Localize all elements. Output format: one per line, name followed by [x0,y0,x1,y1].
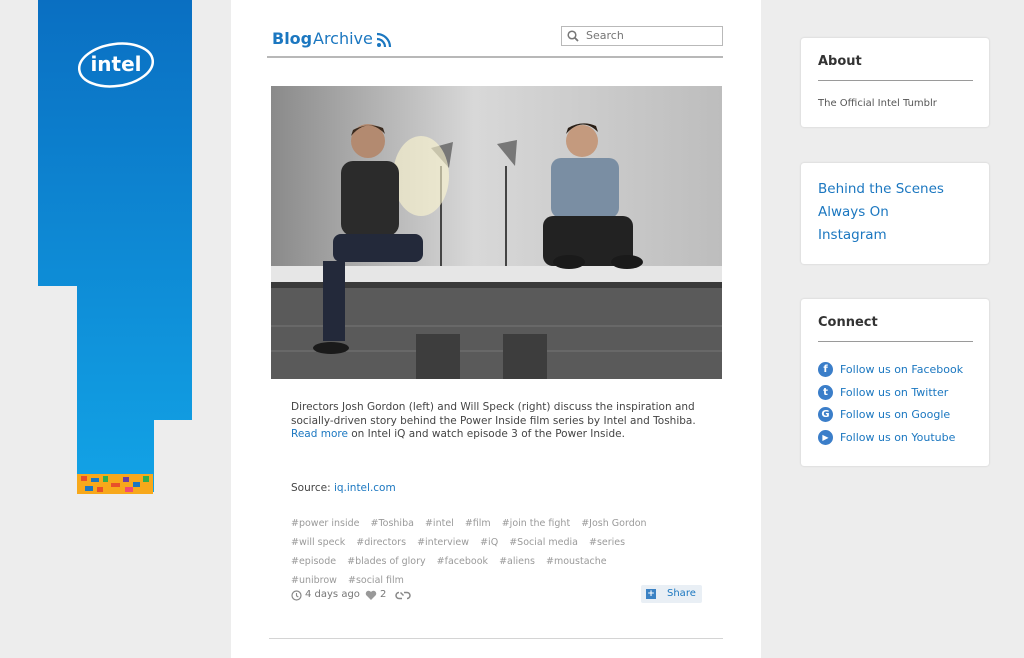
behind-the-scenes-link[interactable]: Behind the Scenes [818,181,944,197]
tag-link[interactable]: #Social media [509,537,578,548]
tag-link[interactable]: #interview [417,537,469,548]
share-label: Share [667,588,696,599]
facebook-follow-label: Follow us on Facebook [840,363,964,376]
twitter-follow-label: Follow us on Twitter [840,386,949,399]
tag-link[interactable]: #power inside [291,518,359,529]
reblog-icon[interactable] [395,590,411,601]
tag-link[interactable]: #film [465,518,491,529]
tag-link[interactable]: #Toshiba [371,518,414,529]
tag-link[interactable]: #blades of glory [347,556,425,567]
tag-link[interactable]: #facebook [437,556,488,567]
search-input[interactable] [586,28,714,42]
youtube-icon: ▶ [818,430,833,445]
always-on-link[interactable]: Always On [818,204,889,220]
connect-card: Connect f Follow us on Facebook t Follow… [801,299,989,466]
about-divider [818,80,973,81]
nav-archive-link[interactable]: Archive [313,29,373,48]
main-column: Blog Archive Search Directors Josh Gordo… [231,0,761,658]
tag-link[interactable]: #Josh Gordon [581,518,646,529]
source-label: Source: [291,482,334,494]
post-time-link[interactable]: 4 days ago [305,589,360,600]
twitter-icon: t [818,385,833,400]
caption-text-end: on Intel iQ and watch episode 3 of the P… [347,428,625,440]
nav-blog-link[interactable]: Blog [272,29,312,48]
post-caption: Directors Josh Gordon (left) and Will Sp… [291,401,701,442]
search-box[interactable] [561,26,723,46]
tag-list: #power inside #Toshiba #intel #film #joi… [291,514,711,590]
tag-link[interactable]: #directors [356,537,406,548]
read-more-link[interactable]: Read more [291,428,348,440]
post-photo[interactable] [271,86,722,379]
caption-text: Directors Josh Gordon (left) and Will Sp… [291,401,696,427]
post-divider [269,638,723,639]
top-bar: Blog Archive [267,22,723,58]
connect-title: Connect [818,315,878,330]
tag-link[interactable]: #will speck [291,537,345,548]
pixel-pattern [77,474,153,494]
about-title: About [818,54,862,69]
search-icon [567,30,579,42]
tag-link[interactable]: #unibrow [291,575,337,586]
plus-icon: + [646,589,656,599]
instagram-link[interactable]: Instagram [818,227,887,243]
share-button[interactable]: + Share [641,585,702,603]
like-count: 2 [380,589,387,600]
heart-icon[interactable] [365,590,377,601]
tag-link[interactable]: #moustache [546,556,607,567]
youtube-follow-label: Follow us on Youtube [840,431,956,444]
about-text: The Official Intel Tumblr [818,98,937,109]
connect-divider [818,341,973,342]
tag-link[interactable]: #series [589,537,625,548]
post-source: Source: iq.intel.com [291,482,396,494]
google-follow-label: Follow us on Google [840,408,951,421]
clock-icon [291,590,302,601]
links-card: Behind the Scenes Always On Instagram [801,163,989,264]
tag-link[interactable]: #aliens [499,556,535,567]
source-link[interactable]: iq.intel.com [334,482,396,494]
intel-logo[interactable]: intel [76,40,156,90]
about-card: About The Official Intel Tumblr [801,38,989,127]
svg-text:intel: intel [90,52,141,76]
tag-link[interactable]: #iQ [480,537,498,548]
tag-link[interactable]: #join the fight [502,518,570,529]
tag-link[interactable]: #intel [425,518,454,529]
rss-icon[interactable] [376,32,392,48]
tag-link[interactable]: #social film [348,575,404,586]
tag-link[interactable]: #episode [291,556,336,567]
google-icon: G [818,407,833,422]
facebook-icon: f [818,362,833,377]
